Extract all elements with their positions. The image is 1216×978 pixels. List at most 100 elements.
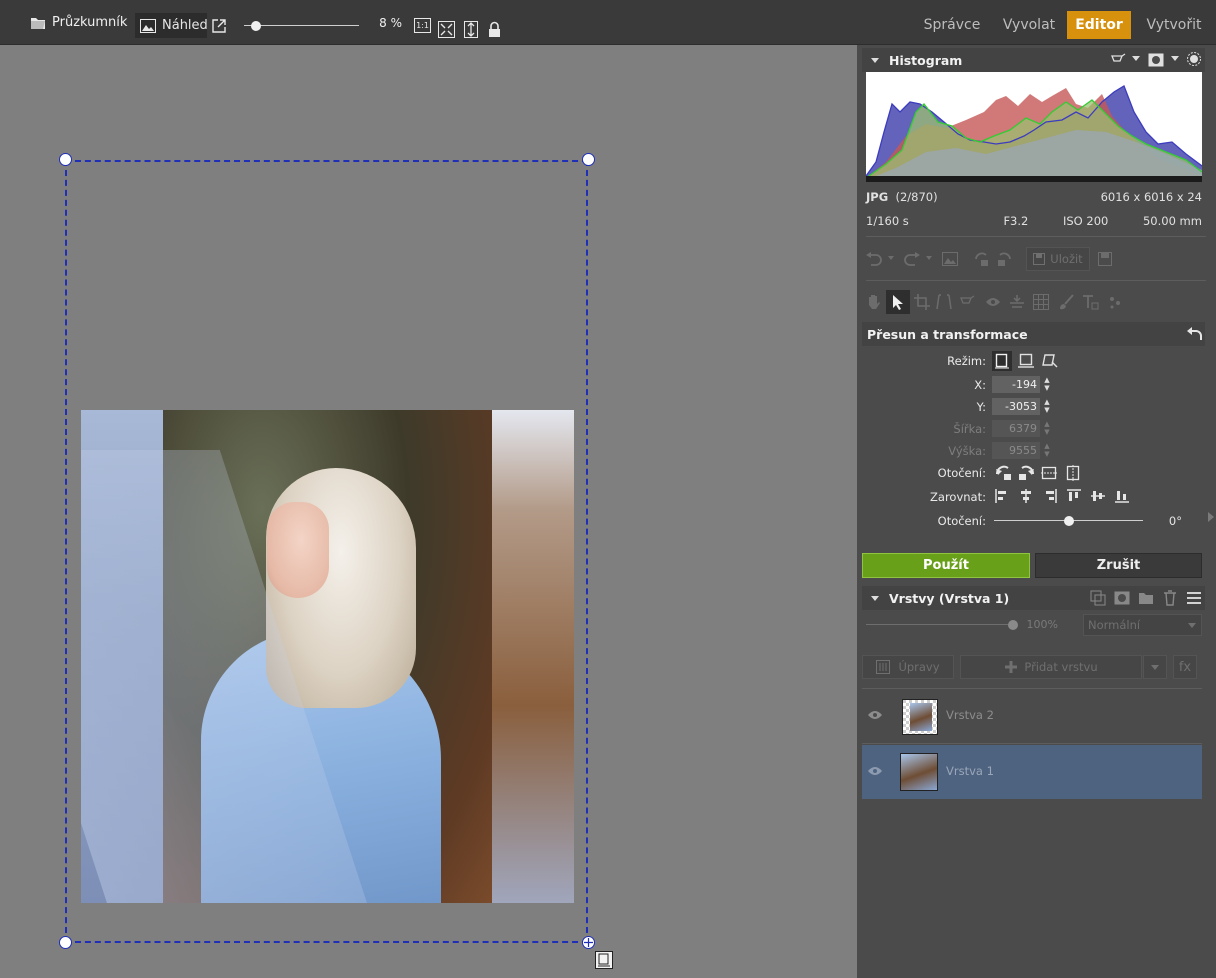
y-label: Y:	[976, 400, 986, 414]
duplicate-layer-icon[interactable]	[1089, 589, 1107, 607]
add-layer-dropdown[interactable]	[1143, 655, 1167, 679]
mode-move-icon[interactable]	[992, 351, 1012, 371]
tab-editor[interactable]: Editor	[1067, 11, 1131, 39]
align-left-icon[interactable]	[994, 488, 1010, 504]
eye-tool-icon[interactable]	[984, 293, 1002, 311]
transform-handle-top-right[interactable]	[582, 153, 595, 166]
mode-resize-icon[interactable]	[1016, 351, 1036, 371]
opacity-slider-knob[interactable]	[1008, 620, 1018, 630]
menu-icon[interactable]	[1185, 589, 1203, 607]
transform-title: Přesun a transformace	[867, 326, 1028, 342]
divider	[866, 280, 1206, 281]
apply-button[interactable]: Použít	[862, 553, 1030, 578]
redo-icon[interactable]	[902, 250, 922, 268]
blend-mode-select[interactable]: Normální	[1083, 614, 1202, 636]
adjustments-button[interactable]: Úpravy	[862, 655, 954, 679]
add-layer-button[interactable]: Přidat vrstvu	[960, 655, 1142, 679]
visibility-eye-icon[interactable]	[867, 765, 883, 780]
transform-handle-bottom-right[interactable]	[582, 936, 595, 949]
mode-indicator-icon[interactable]	[595, 951, 613, 969]
shutter-speed: 1/160 s	[866, 214, 909, 228]
chevron-down-icon[interactable]	[1132, 56, 1140, 61]
tab-develop[interactable]: Vyvolat	[995, 11, 1063, 39]
width-spinner[interactable]: ▲ ▼	[1041, 420, 1053, 437]
panel-collapse-arrow-icon[interactable]	[1208, 512, 1214, 522]
effects-tool-icon[interactable]	[1106, 293, 1124, 311]
width-field[interactable]: 6379	[992, 420, 1040, 437]
image-canvas[interactable]	[0, 45, 857, 978]
trash-icon[interactable]	[1161, 589, 1179, 607]
rotate-right-icon[interactable]	[1016, 464, 1036, 482]
move-tool-icon[interactable]	[886, 290, 910, 314]
hand-tool-icon[interactable]	[864, 292, 884, 312]
align-bottom-icon[interactable]	[1114, 488, 1130, 504]
transform-header[interactable]: Přesun a transformace	[862, 322, 1205, 346]
fit-height-icon[interactable]	[464, 17, 478, 41]
add-layer-label: Přidat vrstvu	[1024, 660, 1098, 674]
opacity-slider[interactable]	[866, 618, 1018, 632]
open-external-icon[interactable]	[212, 14, 226, 38]
x-field[interactable]: -194	[992, 376, 1040, 393]
flip-horizontal-icon[interactable]	[1064, 464, 1082, 482]
transform-handle-top-left[interactable]	[59, 153, 72, 166]
fx-button[interactable]: fx	[1173, 655, 1197, 679]
align-right-icon[interactable]	[1042, 488, 1058, 504]
mode-skew-icon[interactable]	[1040, 351, 1060, 371]
y-field[interactable]: -3053	[992, 398, 1040, 415]
align-center-icon[interactable]	[1018, 488, 1034, 504]
height-spinner[interactable]: ▲ ▼	[1041, 442, 1053, 459]
layer-row[interactable]: Vrstva 2	[862, 689, 1202, 743]
x-label: X:	[974, 378, 986, 392]
chevron-down-icon[interactable]	[888, 256, 894, 260]
mask-icon[interactable]	[1147, 51, 1165, 69]
text-tool-icon[interactable]	[1081, 293, 1101, 311]
grid-tool-icon[interactable]	[1032, 293, 1050, 311]
image-icon[interactable]	[941, 250, 959, 268]
chevron-down-icon[interactable]	[1171, 56, 1179, 61]
tab-create[interactable]: Vytvořit	[1137, 11, 1211, 39]
sun-icon[interactable]	[1186, 51, 1202, 67]
save-as-icon[interactable]	[1096, 250, 1114, 268]
preview-button[interactable]: Náhled	[135, 13, 208, 38]
save-button[interactable]: Uložit	[1026, 247, 1090, 271]
fit-screen-icon[interactable]	[438, 17, 455, 41]
rotation-slider[interactable]	[994, 514, 1143, 528]
height-field[interactable]: 9555	[992, 442, 1040, 459]
lock-icon[interactable]	[488, 17, 501, 41]
x-spinner[interactable]: ▲ ▼	[1041, 376, 1053, 393]
rotation-slider-knob[interactable]	[1064, 516, 1074, 526]
transform-selection[interactable]	[65, 160, 588, 943]
width-label: Šířka:	[953, 422, 986, 436]
collapse-triangle-icon[interactable]	[871, 57, 879, 63]
rotate-left-icon[interactable]	[994, 464, 1014, 482]
folder-icon[interactable]	[1137, 589, 1155, 607]
browser-button[interactable]: Průzkumník	[30, 0, 144, 45]
zoom-slider-knob[interactable]	[251, 21, 261, 31]
align-top-icon[interactable]	[1066, 488, 1082, 504]
perspective-tool-icon[interactable]	[935, 293, 953, 311]
histogram-crop-icon[interactable]	[1110, 51, 1128, 69]
collapse-triangle-icon[interactable]	[871, 595, 879, 601]
layer-row[interactable]: Vrstva 1	[862, 745, 1202, 799]
visibility-eye-icon[interactable]	[867, 709, 883, 724]
y-spinner[interactable]: ▲ ▼	[1041, 398, 1053, 415]
align-middle-icon[interactable]	[1090, 488, 1106, 504]
zoom-slider[interactable]	[244, 19, 359, 33]
rotate-icons[interactable]	[972, 250, 1014, 268]
selection-tool-icon[interactable]	[959, 293, 977, 311]
brush-tool-icon[interactable]	[1057, 293, 1075, 311]
flip-vertical-icon[interactable]	[1040, 464, 1058, 482]
tab-manager[interactable]: Správce	[915, 11, 989, 39]
reset-arrow-icon[interactable]	[1185, 325, 1203, 343]
one-to-one-button[interactable]: 1:1	[414, 18, 431, 33]
crop-tool-icon[interactable]	[913, 293, 931, 311]
rotation-label: Otočení:	[937, 514, 986, 528]
top-toolbar: Průzkumník Náhled 8 % 1:1 Správce Vyvola…	[0, 0, 1216, 45]
layers-title: Vrstvy (Vrstva 1)	[889, 590, 1010, 606]
transform-handle-bottom-left[interactable]	[59, 936, 72, 949]
cancel-button[interactable]: Zrušit	[1035, 553, 1202, 578]
layer-mask-icon[interactable]	[1113, 589, 1131, 607]
chevron-down-icon[interactable]	[926, 256, 932, 260]
undo-icon[interactable]	[864, 250, 884, 268]
straighten-tool-icon[interactable]	[1008, 293, 1026, 311]
